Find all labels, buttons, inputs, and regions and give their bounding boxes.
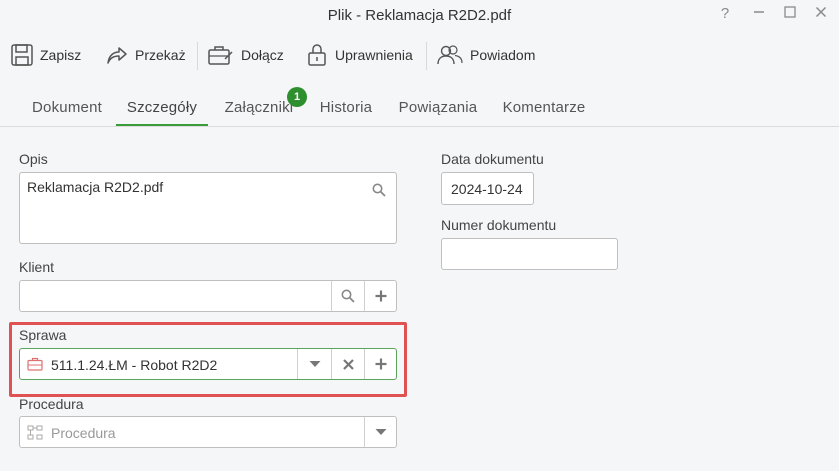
toolbar-divider xyxy=(426,42,427,70)
tab-bar: Dokument Szczegóły Załączniki Historia P… xyxy=(0,90,839,127)
search-icon xyxy=(341,289,355,303)
save-icon xyxy=(11,44,33,66)
description-value: Reklamacja R2D2.pdf xyxy=(27,179,164,195)
procedure-field[interactable]: Procedura xyxy=(19,416,397,448)
client-label: Klient xyxy=(19,259,55,275)
maximize-button[interactable] xyxy=(781,5,799,23)
permissions-button[interactable]: Uprawnienia xyxy=(305,36,413,74)
chevron-down-icon xyxy=(309,361,320,367)
document-date-value: 2024-10-24 xyxy=(451,181,523,197)
forward-button[interactable]: Przekaż xyxy=(105,36,186,74)
users-icon xyxy=(437,45,463,65)
tab-details[interactable]: Szczegóły xyxy=(116,90,208,126)
case-clear-button[interactable] xyxy=(332,349,364,379)
notify-label: Powiadom xyxy=(470,47,536,63)
tab-history[interactable]: Historia xyxy=(311,90,381,126)
document-number-label: Numer dokumentu xyxy=(441,217,557,233)
case-value: 511.1.24.ŁM - Robot R2D2 xyxy=(51,357,218,373)
notify-button[interactable]: Powiadom xyxy=(436,36,535,74)
tab-relations[interactable]: Powiązania xyxy=(390,90,486,126)
close-button[interactable] xyxy=(812,5,830,23)
plus-icon xyxy=(375,358,387,370)
title-bar: Plik - Reklamacja R2D2.pdf ? xyxy=(0,0,839,32)
tab-comments[interactable]: Komentarze xyxy=(494,90,594,126)
toolbar: Zapisz Przekaż Dołącz Uprawnienia Powiad… xyxy=(0,36,839,76)
maximize-icon xyxy=(784,6,796,18)
briefcase-attach-icon xyxy=(208,46,233,65)
procedure-dropdown-button[interactable] xyxy=(365,417,397,447)
document-date-field[interactable]: 2024-10-24 xyxy=(441,172,534,205)
case-label: Sprawa xyxy=(19,327,67,343)
case-dropdown-button[interactable] xyxy=(298,349,331,379)
close-icon xyxy=(815,6,827,18)
tab-document[interactable]: Dokument xyxy=(23,90,111,126)
permissions-label: Uprawnienia xyxy=(335,47,413,63)
search-icon[interactable] xyxy=(372,183,386,197)
client-add-button[interactable] xyxy=(365,281,397,311)
forward-label: Przekaż xyxy=(135,47,186,63)
description-label: Opis xyxy=(19,151,48,167)
attachments-count-badge: 1 xyxy=(287,87,307,107)
forward-icon xyxy=(107,47,127,64)
case-field[interactable]: 511.1.24.ŁM - Robot R2D2 xyxy=(19,348,397,380)
client-field[interactable] xyxy=(19,280,397,312)
save-button[interactable]: Zapisz xyxy=(10,36,81,74)
minimize-button[interactable] xyxy=(750,5,768,23)
case-add-button[interactable] xyxy=(365,349,397,379)
procedure-placeholder: Procedura xyxy=(51,425,116,441)
document-number-field[interactable] xyxy=(441,238,618,270)
clear-icon xyxy=(342,358,354,370)
window-title: Plik - Reklamacja R2D2.pdf xyxy=(327,7,512,24)
attach-button[interactable]: Dołącz xyxy=(207,36,284,74)
help-button[interactable]: ? xyxy=(716,5,734,23)
lock-icon xyxy=(308,44,326,66)
chevron-down-icon xyxy=(375,429,387,435)
procedure-label: Procedura xyxy=(19,396,84,412)
workflow-icon xyxy=(27,425,43,440)
attach-label: Dołącz xyxy=(241,47,284,63)
client-search-button[interactable] xyxy=(332,281,364,311)
plus-icon xyxy=(375,290,387,302)
save-label: Zapisz xyxy=(40,47,82,63)
toolbar-divider xyxy=(197,42,198,70)
briefcase-icon xyxy=(27,357,43,371)
description-field[interactable]: Reklamacja R2D2.pdf xyxy=(19,172,397,244)
document-date-label: Data dokumentu xyxy=(441,151,544,167)
minimize-icon xyxy=(754,11,764,13)
